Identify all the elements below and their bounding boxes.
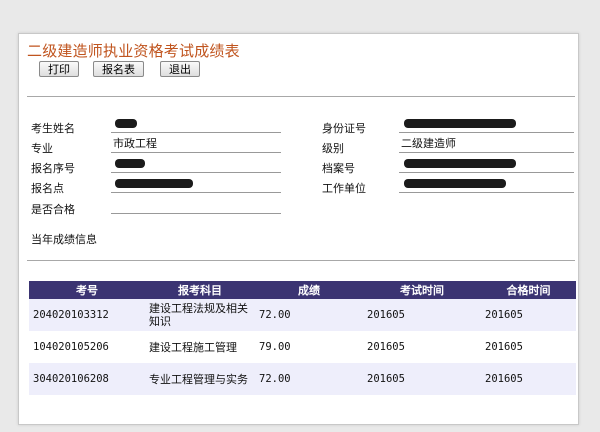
table-row: 304020106208 专业工程管理与实务 72.00 201605 2016… xyxy=(29,363,576,395)
archive-no-value xyxy=(399,156,574,173)
pass-time-cell: 201605 xyxy=(481,331,576,363)
toolbar: 打印 报名表 退出 xyxy=(39,61,200,77)
divider-top xyxy=(27,96,575,97)
exit-button[interactable]: 退出 xyxy=(160,61,200,77)
pass-time-cell: 201605 xyxy=(481,299,576,331)
pass-time-cell: 201605 xyxy=(481,363,576,395)
registration-no-value xyxy=(111,156,281,173)
id-number-value xyxy=(399,116,574,133)
registration-site-value xyxy=(111,176,281,193)
table-row: 104020105206 建设工程施工管理 79.00 201605 20160… xyxy=(29,331,576,363)
current-year-scores-heading: 当年成绩信息 xyxy=(31,233,97,246)
exam-no-cell: 104020105206 xyxy=(29,331,145,363)
column-header-exam-no: 考号 xyxy=(29,281,145,299)
level-label: 级别 xyxy=(322,142,344,155)
exam-time-cell: 201605 xyxy=(363,299,481,331)
passed-value xyxy=(111,197,281,214)
divider-middle xyxy=(27,260,575,261)
candidate-name-value xyxy=(111,116,281,133)
redacted-block xyxy=(404,158,516,168)
subject-cell: 专业工程管理与实务 xyxy=(145,363,255,395)
major-value: 市政工程 xyxy=(111,136,281,153)
score-cell: 72.00 xyxy=(255,363,363,395)
column-header-subject: 报考科目 xyxy=(145,281,255,299)
table-header-row: 考号 报考科目 成绩 考试时间 合格时间 xyxy=(29,281,576,299)
registration-site-label: 报名点 xyxy=(31,182,64,195)
print-button[interactable]: 打印 xyxy=(39,61,79,77)
column-header-score: 成绩 xyxy=(255,281,363,299)
exam-no-cell: 204020103312 xyxy=(29,299,145,331)
subject-cell: 建设工程法规及相关知识 xyxy=(145,299,255,331)
redacted-block xyxy=(115,118,137,128)
level-value: 二级建造师 xyxy=(399,136,574,153)
candidate-name-label: 考生姓名 xyxy=(31,122,75,135)
exam-no-cell: 304020106208 xyxy=(29,363,145,395)
employer-value xyxy=(399,176,574,193)
column-header-exam-time: 考试时间 xyxy=(363,281,481,299)
column-header-pass-time: 合格时间 xyxy=(481,281,576,299)
archive-no-label: 档案号 xyxy=(322,162,355,175)
subject-cell: 建设工程施工管理 xyxy=(145,331,255,363)
registration-no-label: 报名序号 xyxy=(31,162,75,175)
employer-label: 工作单位 xyxy=(322,182,366,195)
id-number-label: 身份证号 xyxy=(322,122,366,135)
major-label: 专业 xyxy=(31,142,53,155)
redacted-block xyxy=(404,178,506,188)
scores-table: 考号 报考科目 成绩 考试时间 合格时间 204020103312 建设工程法规… xyxy=(29,281,576,395)
score-report-sheet: 二级建造师执业资格考试成绩表 打印 报名表 退出 考生姓名 专业 市政工程 报名… xyxy=(18,33,579,425)
exam-time-cell: 201605 xyxy=(363,363,481,395)
registration-form-button[interactable]: 报名表 xyxy=(93,61,144,77)
score-cell: 79.00 xyxy=(255,331,363,363)
redacted-block xyxy=(115,178,193,188)
exam-time-cell: 201605 xyxy=(363,331,481,363)
table-row: 204020103312 建设工程法规及相关知识 72.00 201605 20… xyxy=(29,299,576,331)
score-cell: 72.00 xyxy=(255,299,363,331)
passed-label: 是否合格 xyxy=(31,203,75,216)
page-title: 二级建造师执业资格考试成绩表 xyxy=(27,42,240,60)
redacted-block xyxy=(404,118,516,128)
redacted-block xyxy=(115,158,145,168)
